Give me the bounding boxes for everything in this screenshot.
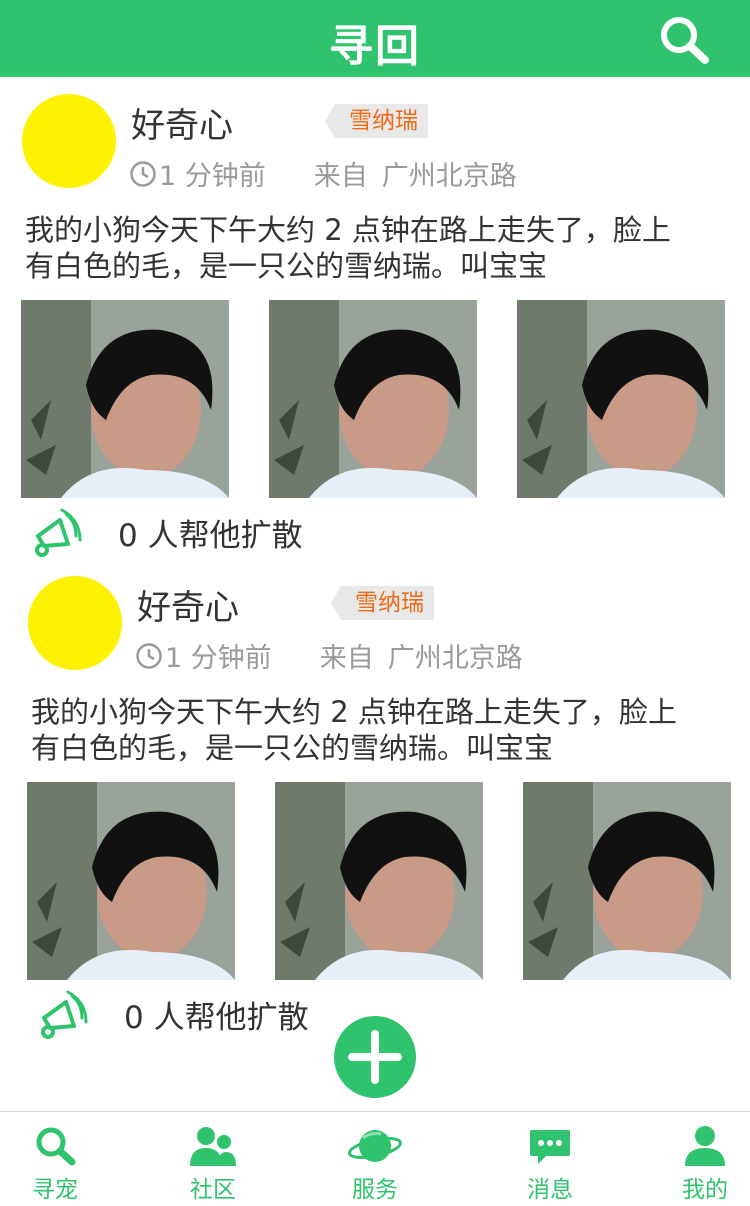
post-photo[interactable] bbox=[523, 782, 731, 980]
post-text: 我的小狗今天下午大约 2 点钟在路上走失了，脸上 有白色的毛，是一只公的雪纳瑞。… bbox=[25, 212, 725, 284]
avatar[interactable] bbox=[22, 94, 116, 188]
top-bar: 寻回 bbox=[0, 0, 750, 77]
post-text-line: 有白色的毛，是一只公的雪纳瑞。叫宝宝 bbox=[31, 731, 554, 765]
tab-label: 寻宠 bbox=[32, 1177, 78, 1203]
share-count: 0 人帮他扩散 bbox=[124, 999, 309, 1036]
page-title: 寻回 bbox=[329, 21, 421, 72]
breed-tag: 雪纳瑞 bbox=[331, 586, 434, 620]
breed-tag: 雪纳瑞 bbox=[325, 104, 428, 138]
person-icon bbox=[685, 1126, 725, 1166]
megaphone-icon[interactable] bbox=[36, 988, 88, 1040]
clock-icon bbox=[130, 160, 156, 187]
tab-label: 服务 bbox=[352, 1177, 398, 1203]
tab-label: 消息 bbox=[527, 1177, 573, 1203]
post-photo[interactable] bbox=[275, 782, 483, 980]
avatar[interactable] bbox=[28, 576, 122, 670]
post-photo[interactable] bbox=[517, 300, 725, 498]
search-icon bbox=[36, 1127, 76, 1166]
bottom-tab-bar: 寻宠 社区 服务 消息 我的 bbox=[0, 1111, 750, 1206]
post-meta: 1 分钟前 来自 广州北京路 bbox=[135, 636, 523, 675]
post-text-line: 我的小狗今天下午大约 2 点钟在路上走失了，脸上 bbox=[25, 213, 671, 247]
clock-icon bbox=[136, 642, 162, 669]
tab-label: 社区 bbox=[190, 1177, 236, 1203]
from-label: 来自 bbox=[319, 643, 374, 674]
tab-service[interactable]: 服务 bbox=[315, 1112, 435, 1206]
post-photo[interactable] bbox=[269, 300, 477, 498]
tab-me[interactable]: 我的 bbox=[645, 1112, 750, 1206]
photo-grid bbox=[21, 300, 725, 498]
post-meta: 1 分钟前 来自 广州北京路 bbox=[129, 154, 517, 193]
post-text-line: 有白色的毛，是一只公的雪纳瑞。叫宝宝 bbox=[25, 249, 548, 283]
share-row[interactable]: 0 人帮他扩散 bbox=[36, 988, 309, 1040]
username[interactable]: 好奇心 bbox=[137, 580, 239, 629]
tab-community[interactable]: 社区 bbox=[153, 1112, 273, 1206]
plus-icon bbox=[348, 1030, 402, 1084]
post-location: 广州北京路 bbox=[387, 643, 523, 674]
post-photo[interactable] bbox=[27, 782, 235, 980]
search-icon[interactable] bbox=[658, 14, 710, 66]
post-text-line: 我的小狗今天下午大约 2 点钟在路上走失了，脸上 bbox=[31, 695, 677, 729]
post-card[interactable]: 好奇心 雪纳瑞 1 分钟前 来自 广州北京路 我的小狗今天下午大约 2 点钟在路… bbox=[0, 94, 750, 576]
share-count: 0 人帮他扩散 bbox=[118, 517, 303, 554]
post-text: 我的小狗今天下午大约 2 点钟在路上走失了，脸上 有白色的毛，是一只公的雪纳瑞。… bbox=[31, 694, 731, 766]
megaphone-icon[interactable] bbox=[30, 506, 82, 558]
tab-messages[interactable]: 消息 bbox=[490, 1112, 610, 1206]
post-location: 广州北京路 bbox=[381, 161, 517, 192]
post-card[interactable]: 好奇心 雪纳瑞 1 分钟前 来自 广州北京路 我的小狗今天下午大约 2 点钟在路… bbox=[0, 576, 750, 1058]
message-icon bbox=[530, 1130, 570, 1164]
planet-icon bbox=[348, 1130, 402, 1162]
post-photo[interactable] bbox=[21, 300, 229, 498]
community-icon bbox=[190, 1127, 236, 1166]
add-post-button[interactable] bbox=[334, 1016, 416, 1098]
tab-label: 我的 bbox=[682, 1177, 728, 1203]
tab-find-pet[interactable]: 寻宠 bbox=[0, 1112, 115, 1206]
username[interactable]: 好奇心 bbox=[131, 98, 233, 147]
post-time: 1 分钟前 bbox=[165, 643, 272, 674]
photo-grid bbox=[27, 782, 731, 980]
from-label: 来自 bbox=[313, 161, 368, 192]
share-row[interactable]: 0 人帮他扩散 bbox=[30, 506, 303, 558]
post-time: 1 分钟前 bbox=[159, 161, 266, 192]
